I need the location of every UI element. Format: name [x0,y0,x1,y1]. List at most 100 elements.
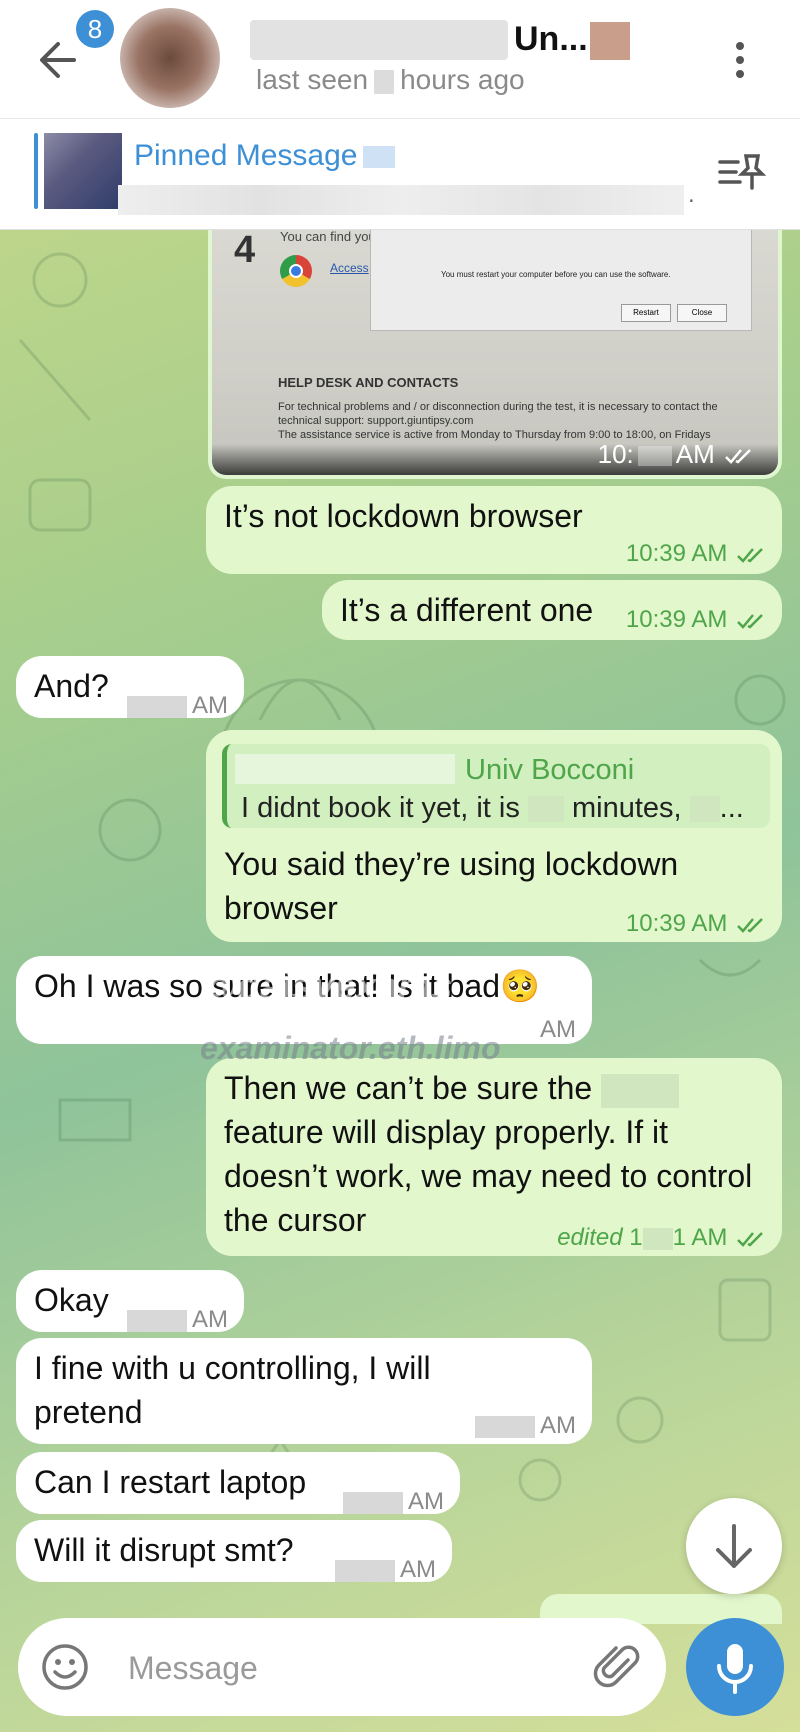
photo-dialog: You must restart your computer before yo… [370,229,752,331]
time-suffix: 1 AM [672,1224,728,1251]
message-meta: 10:39 AM [626,902,766,946]
redacted-number [374,69,395,94]
photo-help-title: HELP DESK AND CONTACTS [278,375,459,390]
message-incoming[interactable]: Can I restart laptop AM [16,1452,460,1515]
pinned-label: Pinned Message [134,139,396,173]
redacted-time [334,1559,395,1582]
message-time: 10:39 AM [625,606,728,633]
read-ticks-icon [737,613,763,629]
photo-find-text: You can find you [280,229,376,244]
read-ticks-icon [737,917,763,933]
message-time: AM [408,1488,444,1515]
pinned-label-text: Pinned Message [134,139,358,172]
photo-close-button: Close [677,304,727,322]
redacted-minutes [642,1227,673,1250]
pinned-text-end: . [688,181,695,208]
more-vertical-icon [736,42,744,78]
message-outgoing-reply[interactable]: Univ Bocconi I didnt book it yet, it is … [206,730,782,942]
pinned-thumbnail [44,133,122,209]
pinned-list-button[interactable] [716,148,767,194]
reply-quote[interactable]: Univ Bocconi I didnt book it yet, it is … [222,744,770,828]
last-seen-suffix: hours ago [400,64,525,95]
message-time: AM [400,1556,436,1583]
arrow-down-icon [716,1524,752,1568]
redacted-time [342,1491,403,1514]
message-meta: AM [474,1404,576,1448]
watermark-handle: @daisyexams [200,966,453,1008]
redacted-time [126,1309,187,1332]
message-text: Okay [34,1282,109,1318]
message-time: 10:39 AM [625,910,728,937]
back-button[interactable] [34,34,86,86]
microphone-icon [717,1644,753,1694]
redacted-reply-name [235,754,455,784]
message-meta: AM [334,1548,436,1592]
message-outgoing[interactable]: It’s not lockdown browser 10:39 AM [206,486,782,574]
message-incoming[interactable]: Okay AM [16,1270,244,1333]
paperclip-icon [593,1645,640,1688]
time-prefix: 10: [597,439,634,469]
message-text: Then we can’t be sure the [224,1070,593,1106]
unread-badge: 8 [76,10,114,48]
pinned-indicator [34,133,38,209]
watermark-site: examinator.eth.limo [200,1030,501,1066]
arrow-left-icon [40,42,76,78]
more-menu-button[interactable] [722,38,758,82]
message-meta: AM [342,1480,444,1524]
message-input[interactable] [126,1644,570,1692]
message-time: AM [540,1412,576,1439]
message-outgoing[interactable]: It’s a different one 10:39 AM [322,580,782,640]
message-meta: AM [126,1298,228,1342]
attach-button[interactable] [592,1642,642,1692]
read-ticks-icon [737,547,763,563]
emoji-icon [42,1644,88,1690]
photo-message[interactable]: 4 You can find you Access You must resta… [208,229,782,479]
photo-help-line: For technical problems and / or disconne… [278,401,718,413]
read-ticks-icon [737,1231,763,1247]
photo-restart-button: Restart [621,304,671,322]
last-seen-status: last seen hours ago [256,64,525,96]
reply-text-a: I didnt book it yet, it is [241,792,520,824]
chat-title[interactable]: Un... [514,20,588,59]
photo-step-number: 4 [234,229,256,271]
voice-record-button[interactable] [686,1618,784,1716]
message-meta: AM [540,1008,576,1052]
message-text: And? [34,668,109,704]
message-time: AM [192,692,228,719]
reply-text-b: minutes, [571,792,682,824]
message-time: 10:39 AM [625,540,728,567]
message-incoming[interactable]: Will it disrupt smt? AM [16,1520,452,1583]
photo-access-link: Access [330,261,369,275]
message-text: It’s a different one [340,592,594,628]
emoji-button[interactable] [40,1642,90,1692]
redacted-time [474,1415,535,1438]
scroll-to-bottom-button[interactable] [686,1498,782,1594]
message-outgoing[interactable]: Then we can’t be sure the feature will d… [206,1058,782,1256]
reply-text: I didnt book it yet, it is minutes, ... [241,786,744,830]
message-text: Can I restart laptop [34,1464,307,1500]
redacted-name [250,20,508,60]
message-text: Will it disrupt smt? [34,1532,294,1568]
chat-header: 8 Un... last seen hours ago [0,0,800,119]
message-text: It’s not lockdown browser [224,498,583,534]
pinned-text-redacted [118,185,684,215]
redacted-minutes [637,446,672,467]
reply-text-c: ... [719,792,744,824]
last-seen-prefix: last seen [256,64,369,95]
redacted-number [527,796,564,823]
message-composer [18,1618,666,1716]
edited-label: edited [557,1224,623,1251]
avatar[interactable] [120,8,220,108]
message-time: AM [540,1016,576,1043]
redacted-time [126,695,187,718]
message-incoming[interactable]: And? AM [16,656,244,719]
message-meta: AM [126,684,228,728]
pinned-message-bar[interactable]: Pinned Message . [0,119,800,230]
message-time: AM [192,1306,228,1333]
time-prefix: 1 [629,1224,643,1251]
message-meta: 10:39 AM [626,598,766,642]
message-meta: 10:39 AM [626,532,766,576]
photo-timestamp: 10: AM [598,439,754,470]
message-meta: edited 1 1 AM [557,1216,766,1260]
message-incoming[interactable]: I fine with u controlling, I will preten… [16,1338,592,1444]
